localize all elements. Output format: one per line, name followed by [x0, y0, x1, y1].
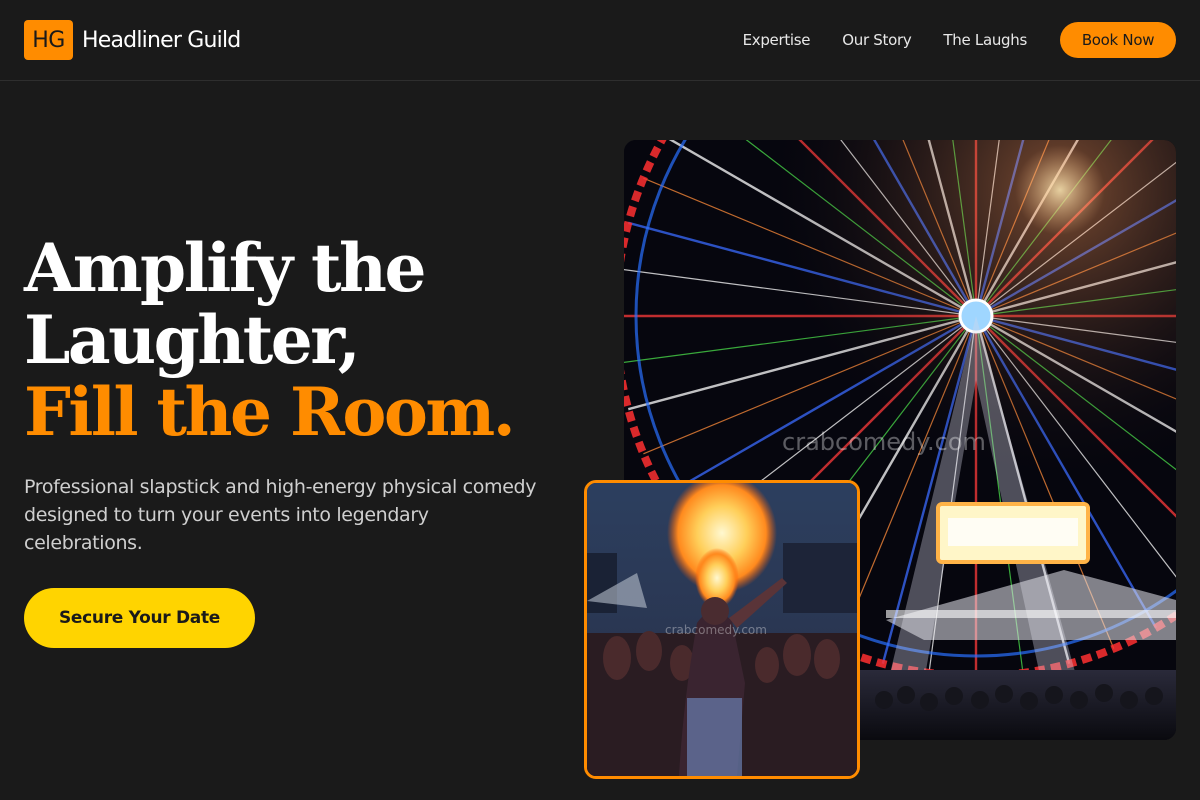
site-header: HG Headliner Guild Expertise Our Story T… — [0, 0, 1200, 81]
main-nav: Expertise Our Story The Laughs Book Now — [743, 22, 1176, 58]
book-now-button[interactable]: Book Now — [1060, 22, 1176, 58]
hero-title-line-2: Laughter, — [24, 301, 361, 379]
logo-badge[interactable]: HG — [24, 20, 73, 60]
nav-link-expertise[interactable]: Expertise — [743, 31, 811, 49]
nav-link-the-laughs[interactable]: The Laughs — [943, 31, 1027, 49]
main-photo-watermark: crabcomedy.com — [782, 428, 986, 456]
nav-link-our-story[interactable]: Our Story — [842, 31, 911, 49]
hero-subtitle: Professional slapstick and high-energy p… — [24, 476, 537, 554]
secure-date-button[interactable]: Secure Your Date — [24, 588, 255, 648]
brand-name[interactable]: Headliner Guild — [82, 28, 241, 53]
hero-title-line-1: Amplify the — [24, 229, 427, 307]
inset-photo-watermark: crabcomedy.com — [665, 623, 767, 637]
brand[interactable]: HG Headliner Guild — [24, 20, 241, 60]
hero-title-accent: Fill the Room. — [24, 373, 516, 451]
hero-title: Amplify the Laughter, Fill the Room. — [24, 232, 584, 448]
fire-breather-photo: crabcomedy.com — [584, 480, 860, 779]
